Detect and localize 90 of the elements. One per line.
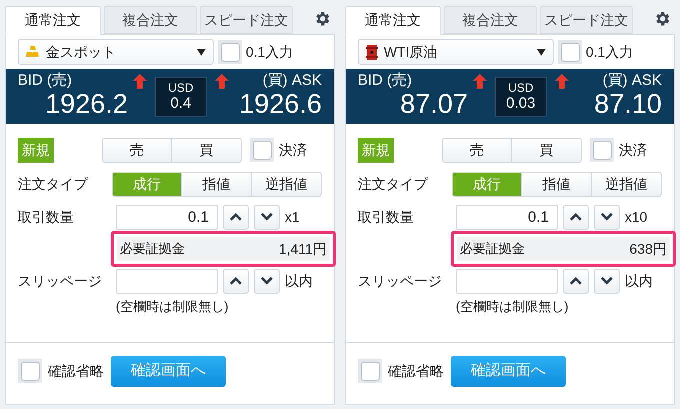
decrement-button[interactable]	[594, 204, 620, 230]
increment-button[interactable]	[223, 204, 249, 230]
quantity-field[interactable]: 0.1	[456, 204, 558, 230]
up-arrow-icon	[473, 74, 487, 89]
symbol-dropdown[interactable]: WTI原油	[358, 39, 554, 65]
chevron-up-icon	[570, 213, 582, 221]
multiplier: x10	[625, 208, 648, 226]
slippage-unit: 以内	[285, 272, 313, 290]
order-type-button[interactable]: 指値	[182, 172, 252, 196]
margin-value: 638円	[630, 240, 667, 258]
bid-label: BID (売)	[358, 72, 412, 89]
ask-price: 1926.6	[239, 89, 322, 119]
chevron-down-icon	[601, 277, 613, 285]
settings-icon[interactable]	[654, 10, 672, 28]
checkbox-label: 確認省略	[48, 362, 104, 380]
ingots-icon	[26, 45, 40, 59]
increment-button[interactable]	[563, 204, 589, 230]
checkbox-label: 決済	[619, 140, 647, 160]
caret-icon	[537, 48, 546, 56]
caret-icon	[197, 48, 206, 56]
checkbox-label: 決済	[279, 140, 307, 160]
multiplier: x1	[285, 208, 300, 226]
order-type-button[interactable]: 逆指値	[252, 172, 322, 196]
checkbox-label: 0.1入力	[246, 42, 294, 62]
chevron-down-icon	[601, 213, 613, 221]
up-arrow-icon	[133, 74, 147, 89]
barrel-icon	[366, 44, 378, 60]
checkbox[interactable]	[558, 40, 582, 64]
side-button[interactable]: 売	[102, 138, 172, 162]
spread-currency: USD	[168, 81, 194, 95]
increment-button[interactable]	[563, 268, 589, 294]
slippage-field[interactable]	[116, 268, 218, 294]
tab[interactable]: 複合注文	[444, 6, 537, 34]
checkbox[interactable]	[590, 138, 614, 162]
checkbox[interactable]	[218, 40, 242, 64]
side-button[interactable]: 売	[442, 138, 512, 162]
checkbox-label: 確認省略	[388, 362, 444, 380]
chevron-up-icon	[230, 277, 242, 285]
tab[interactable]: 通常注文	[345, 6, 441, 35]
slippage-label: スリッページ	[18, 272, 103, 290]
tab[interactable]: スピード注文	[540, 6, 633, 34]
tab[interactable]: スピード注文	[200, 6, 293, 34]
side-button[interactable]: 買	[172, 138, 242, 162]
up-arrow-icon	[215, 74, 229, 89]
checkbox[interactable]	[18, 359, 42, 383]
ask-label: (買) ASK	[602, 72, 662, 89]
tab[interactable]: 複合注文	[104, 6, 197, 34]
slippage-note: (空欄時は制限無し)	[116, 298, 230, 316]
checkbox[interactable]	[358, 359, 382, 383]
increment-button[interactable]	[223, 268, 249, 294]
new-order-badge: 新規	[358, 138, 394, 162]
quantity-label: 取引数量	[358, 208, 415, 226]
margin-value: 1,411円	[279, 240, 327, 258]
spread-currency: USD	[508, 81, 534, 95]
margin-label: 必要証拠金	[120, 240, 185, 258]
up-arrow-icon	[555, 74, 569, 89]
chevron-down-icon	[261, 213, 273, 221]
bid-price: 87.07	[400, 89, 468, 119]
bid-price: 1926.2	[45, 89, 128, 119]
decrement-button[interactable]	[254, 204, 280, 230]
tab[interactable]: 通常注文	[5, 6, 101, 35]
checkbox-label: 0.1入力	[586, 42, 634, 62]
decrement-button[interactable]	[254, 268, 280, 294]
spread-value: 0.03	[506, 95, 536, 112]
bid-label: BID (売)	[18, 72, 72, 89]
new-order-badge: 新規	[18, 138, 54, 162]
checkbox[interactable]	[250, 138, 274, 162]
side-button[interactable]: 買	[512, 138, 582, 162]
slippage-label: スリッページ	[358, 272, 443, 290]
symbol-dropdown[interactable]: 金スポット	[18, 39, 214, 65]
slippage-unit: 以内	[625, 272, 653, 290]
order-type-button[interactable]: 指値	[522, 172, 592, 196]
symbol-name: 金スポット	[46, 42, 117, 62]
slippage-field[interactable]	[456, 268, 558, 294]
ask-label: (買) ASK	[262, 72, 322, 89]
chevron-up-icon	[230, 213, 242, 221]
order-type-label: 注文タイプ	[358, 174, 430, 194]
chevron-up-icon	[570, 277, 582, 285]
settings-icon[interactable]	[314, 10, 332, 28]
ask-price: 87.10	[594, 89, 662, 119]
quantity-label: 取引数量	[18, 208, 75, 226]
margin-label: 必要証拠金	[460, 240, 525, 258]
quantity-field[interactable]: 0.1	[116, 204, 218, 230]
symbol-name: WTI原油	[384, 42, 439, 62]
spread-value: 0.4	[170, 95, 192, 112]
order-type-button[interactable]: 逆指値	[592, 172, 662, 196]
order-type-label: 注文タイプ	[18, 174, 90, 194]
slippage-note: (空欄時は制限無し)	[456, 298, 570, 316]
decrement-button[interactable]	[594, 268, 620, 294]
chevron-down-icon	[261, 277, 273, 285]
